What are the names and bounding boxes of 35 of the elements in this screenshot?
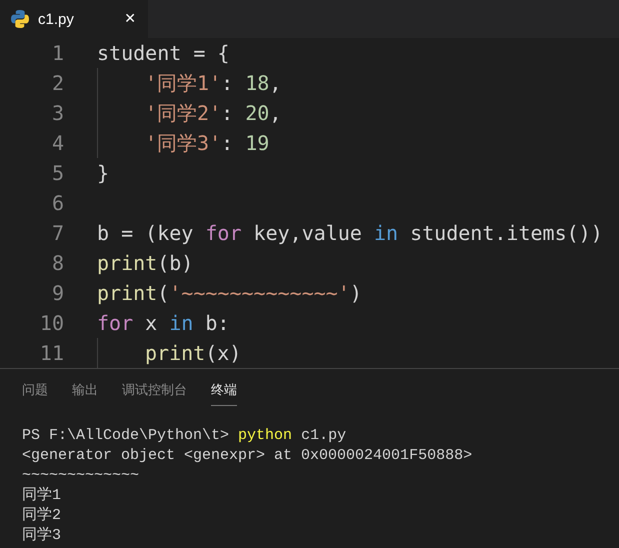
line-number: 3 <box>50 101 64 125</box>
code-line: print('~~~~~~~~~~~~~') <box>97 281 362 305</box>
code-line: '同学1': 18, <box>145 70 282 96</box>
line-number: 7 <box>50 221 64 245</box>
terminal-line: <generator object <genexpr> at 0x0000024001F50888> <box>22 446 474 466</box>
terminal-line: PS F:\AllCode\Python\t> python c1.py <box>22 426 348 446</box>
line-number: 5 <box>50 161 64 185</box>
code-line: for x in b: <box>97 311 230 335</box>
close-button[interactable]: ✕ <box>122 11 138 27</box>
line-number: 10 <box>38 311 64 335</box>
line-number: 9 <box>50 281 64 305</box>
code-line: '同学3': 19 <box>145 130 270 156</box>
line-number: 1 <box>50 41 64 65</box>
code-line: print(b) <box>97 251 194 275</box>
line-number: 11 <box>38 341 64 365</box>
code-line: b = (key for key,value in student.items()) <box>97 221 603 245</box>
line-number: 6 <box>50 191 64 215</box>
terminal-line: 同学1 <box>22 486 62 506</box>
code-line: '同学2': 20, <box>145 100 282 126</box>
line-number: 4 <box>50 131 64 155</box>
code-line: } <box>97 161 110 185</box>
panel-tab[interactable]: 调试控制台 <box>122 381 187 406</box>
editor-tab[interactable]: c1.py ✕ <box>0 0 148 38</box>
terminal-line: 同学2 <box>22 506 62 526</box>
panel-tab[interactable]: 输出 <box>72 381 98 406</box>
line-number: 2 <box>50 71 64 95</box>
code-line: student = { <box>97 41 230 65</box>
terminal-line: ~~~~~~~~~~~~~ <box>22 466 140 486</box>
panel-tab[interactable]: 终端 <box>211 381 237 406</box>
code-line: print(x) <box>145 341 242 365</box>
terminal-line: 同学3 <box>22 526 62 546</box>
tab-label[interactable]: c1.py <box>38 10 122 28</box>
panel-tab[interactable]: 问题 <box>22 381 48 406</box>
line-number: 8 <box>50 251 64 275</box>
python-logo-icon <box>10 9 30 29</box>
